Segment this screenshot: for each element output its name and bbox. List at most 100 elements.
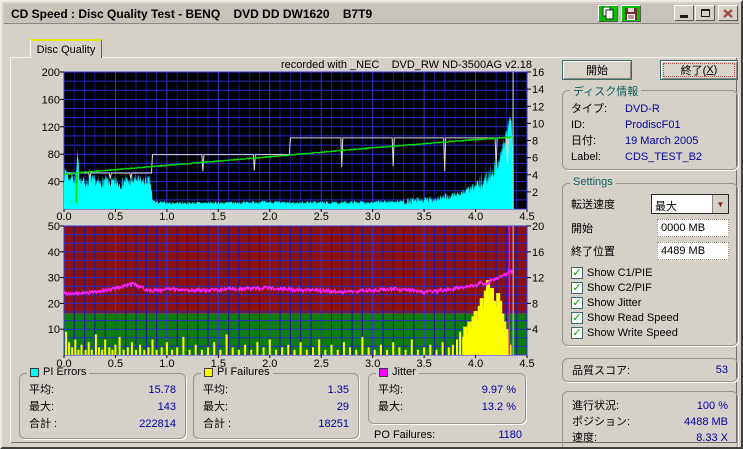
checkmark-icon: ✓ bbox=[572, 326, 582, 339]
checkbox-row-show-c1-pie[interactable]: ✓ Show C1/PIE bbox=[571, 265, 729, 280]
svg-text:0.5: 0.5 bbox=[108, 211, 123, 223]
transfer-speed-select[interactable]: 最大 ▼ bbox=[651, 194, 729, 214]
exit-button[interactable]: 終了(X) bbox=[660, 60, 738, 80]
settings-title: Settings bbox=[570, 176, 616, 188]
svg-text:1.5: 1.5 bbox=[211, 358, 226, 370]
app-window: CD Speed : Disc Quality Test - BENQ DVD … bbox=[0, 0, 743, 449]
disc-info-title: ディスク情報 bbox=[570, 83, 642, 99]
svg-text:16: 16 bbox=[532, 247, 544, 259]
pi-errors-stats-box: PI Errors 平均: 15.78 最大: 143 合計 :222814 bbox=[19, 366, 186, 439]
po-failures-row: PO Failures: 1180 bbox=[374, 429, 522, 441]
transfer-speed-value: 最大 bbox=[655, 201, 677, 213]
start-button[interactable]: 開始 bbox=[562, 60, 632, 80]
svg-text:40: 40 bbox=[48, 177, 60, 189]
svg-text:1.0: 1.0 bbox=[159, 211, 174, 223]
checkbox-row-show-c2-pif[interactable]: ✓ Show C2/PIF bbox=[571, 280, 729, 295]
svg-text:20: 20 bbox=[48, 298, 60, 310]
svg-text:8: 8 bbox=[532, 298, 538, 310]
svg-text:4.0: 4.0 bbox=[468, 211, 483, 223]
svg-text:12: 12 bbox=[532, 101, 544, 113]
svg-text:12: 12 bbox=[532, 273, 544, 285]
svg-text:4.0: 4.0 bbox=[468, 358, 483, 370]
svg-text:1.5: 1.5 bbox=[211, 211, 226, 223]
svg-text:1.0: 1.0 bbox=[159, 358, 174, 370]
settings-group: Settings 転送速度 最大 ▼ 開始 終了位置 ✓ Show C1/PIE bbox=[562, 176, 738, 346]
checkmark-icon: ✓ bbox=[572, 281, 582, 294]
progress-row: ポジション: 4488 MB bbox=[572, 416, 728, 428]
copy-to-clipboard-button[interactable] bbox=[598, 5, 618, 22]
disc-info-group: ディスク情報 タイプ: DVD-R ID: ProdiscF01 日付: 19 Mar… bbox=[562, 83, 738, 170]
quality-score-box: 品質スコア: 53 bbox=[562, 358, 738, 382]
po-failures-value: 1180 bbox=[498, 429, 522, 441]
stat-row: 平均: 9.97 % bbox=[378, 384, 516, 396]
svg-text:4: 4 bbox=[532, 170, 538, 182]
svg-text:3.5: 3.5 bbox=[416, 211, 431, 223]
checkmark-icon: ✓ bbox=[572, 266, 582, 279]
floppy-save-icon bbox=[625, 7, 637, 20]
window-title: CD Speed : Disc Quality Test - BENQ DVD … bbox=[11, 6, 373, 21]
po-failures-label: PO Failures: bbox=[374, 429, 436, 441]
svg-text:160: 160 bbox=[42, 94, 60, 106]
svg-text:120: 120 bbox=[42, 122, 60, 134]
progress-row: 速度: 8.33 X bbox=[572, 432, 728, 444]
chevron-down-icon[interactable]: ▼ bbox=[712, 195, 728, 213]
svg-text:4.5: 4.5 bbox=[519, 358, 534, 370]
checkbox-row-show-read-speed[interactable]: ✓ Show Read Speed bbox=[571, 310, 729, 325]
transfer-speed-label: 転送速度 bbox=[571, 199, 615, 211]
close-button[interactable] bbox=[718, 5, 738, 21]
svg-text:2.0: 2.0 bbox=[262, 211, 277, 223]
svg-text:2.0: 2.0 bbox=[262, 358, 277, 370]
stat-row: 平均: 1.35 bbox=[203, 384, 349, 396]
checkbox-show-c2-pif[interactable]: ✓ bbox=[571, 281, 583, 294]
checkbox-row-show-jitter[interactable]: ✓ Show Jitter bbox=[571, 295, 729, 310]
right-panel: 開始 終了(X) ディスク情報 タイプ: DVD-R ID: ProdiscF01 … bbox=[562, 60, 738, 447]
maximize-button[interactable] bbox=[695, 5, 715, 21]
maximize-icon bbox=[700, 9, 710, 17]
svg-text:16: 16 bbox=[532, 67, 544, 79]
svg-text:40: 40 bbox=[48, 247, 60, 259]
minimize-button[interactable] bbox=[674, 5, 694, 21]
svg-text:0.0: 0.0 bbox=[56, 358, 71, 370]
stat-row: 最大: 13.2 % bbox=[378, 401, 516, 413]
copy-icon bbox=[602, 7, 614, 20]
svg-text:2: 2 bbox=[532, 187, 538, 199]
svg-text:3.0: 3.0 bbox=[365, 358, 380, 370]
checkbox-show-write-speed[interactable]: ✓ bbox=[571, 326, 583, 339]
svg-text:50: 50 bbox=[48, 221, 60, 233]
disc-info-row: タイプ: DVD-R bbox=[571, 103, 660, 115]
quality-score-value: 53 bbox=[715, 364, 728, 376]
close-icon bbox=[723, 8, 733, 18]
checkmark-icon: ✓ bbox=[572, 311, 582, 324]
start-position-field[interactable] bbox=[657, 219, 729, 237]
stat-row: 最大: 143 bbox=[29, 401, 176, 413]
svg-text:200: 200 bbox=[42, 67, 60, 79]
disc-info-row: 日付: 19 March 2005 bbox=[571, 135, 699, 147]
disc-info-row: ID: ProdiscF01 bbox=[571, 119, 681, 131]
svg-text:2.5: 2.5 bbox=[314, 358, 329, 370]
start-position-label: 開始 bbox=[571, 223, 593, 235]
svg-text:20: 20 bbox=[532, 221, 544, 233]
svg-text:3.5: 3.5 bbox=[416, 358, 431, 370]
checkbox-show-c1-pie[interactable]: ✓ bbox=[571, 266, 583, 279]
stat-row: 合計 :222814 bbox=[29, 418, 176, 430]
checkbox-row-show-write-speed[interactable]: ✓ Show Write Speed bbox=[571, 325, 729, 340]
disc-info-row: Label: CDS_TEST_B2 bbox=[571, 151, 703, 163]
checkbox-show-read-speed[interactable]: ✓ bbox=[571, 311, 583, 324]
save-button[interactable] bbox=[621, 5, 641, 22]
recorded-with-label: recorded with _NEC DVD_RW ND-3500AG v2.1… bbox=[280, 59, 532, 71]
svg-text:8: 8 bbox=[532, 136, 538, 148]
svg-text:0.5: 0.5 bbox=[108, 358, 123, 370]
end-position-label: 終了位置 bbox=[571, 246, 615, 258]
end-position-field[interactable] bbox=[657, 242, 729, 260]
progress-row: 進行状況: 100 % bbox=[572, 400, 728, 412]
minimize-icon bbox=[680, 15, 688, 18]
svg-text:10: 10 bbox=[532, 118, 544, 130]
stat-row: 合計 :18251 bbox=[203, 418, 349, 430]
stat-row: 最大: 29 bbox=[203, 401, 349, 413]
bottom-chart-bg-red bbox=[64, 226, 527, 314]
checkbox-show-jitter[interactable]: ✓ bbox=[571, 296, 583, 309]
svg-text:2.5: 2.5 bbox=[314, 211, 329, 223]
svg-text:6: 6 bbox=[532, 153, 538, 165]
checkmark-icon: ✓ bbox=[572, 296, 582, 309]
tab-disc-quality[interactable]: Disc Quality bbox=[30, 39, 102, 58]
